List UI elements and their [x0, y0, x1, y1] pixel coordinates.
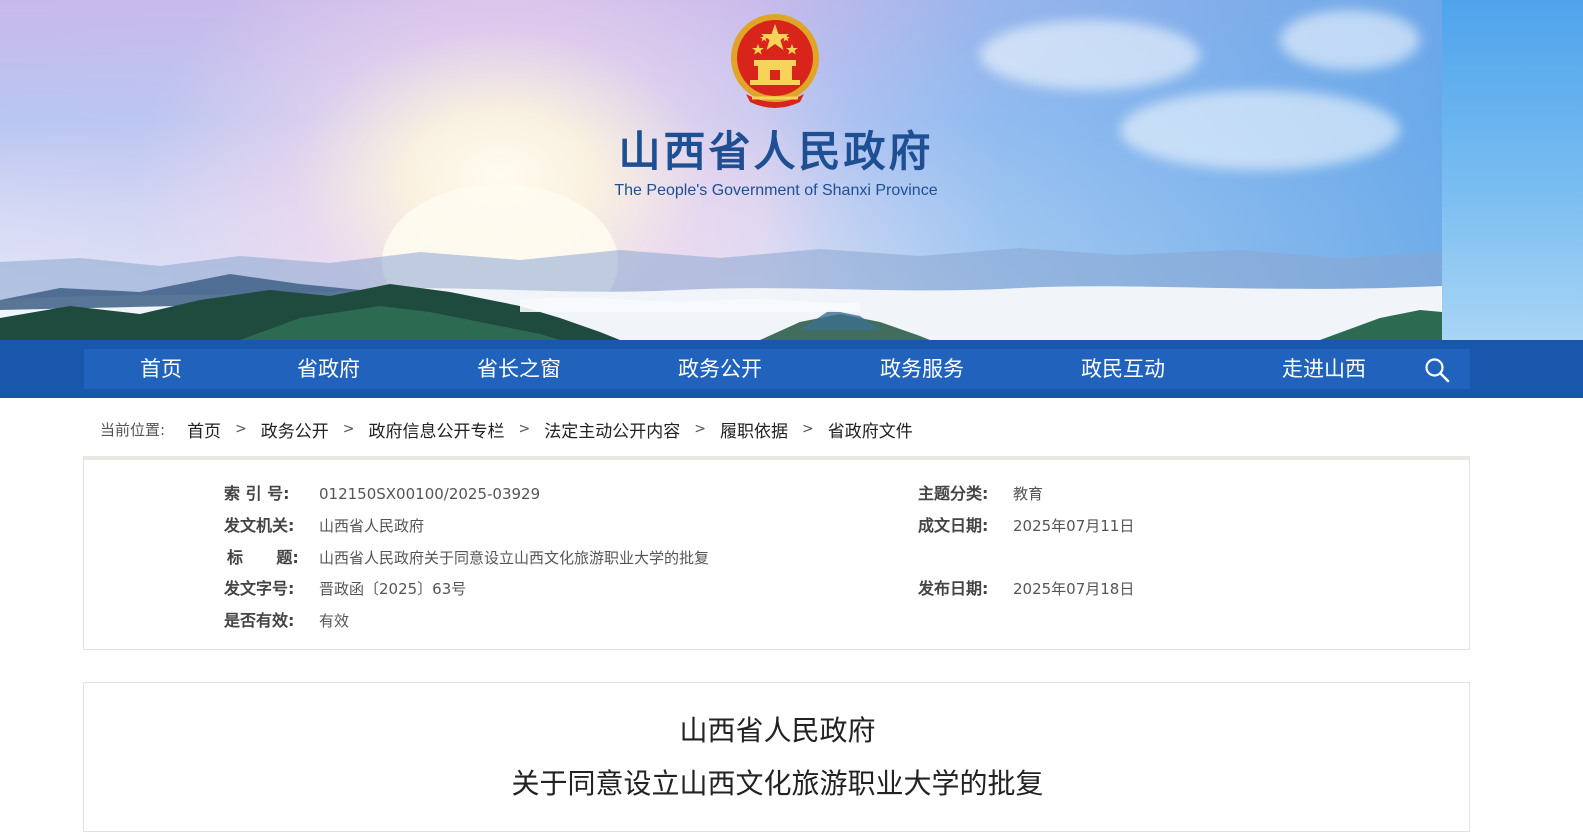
- breadcrumb-statutory-disclosure[interactable]: 法定主动公开内容: [544, 417, 680, 442]
- breadcrumb-info-disclosure[interactable]: 政府信息公开专栏: [369, 417, 505, 442]
- header-banner: 山西省人民政府 The People's Government of Shanx…: [0, 0, 1583, 340]
- document-title-line2: 关于同意设立山西文化旅游职业大学的批复: [511, 767, 1044, 800]
- national-emblem-icon: [731, 14, 819, 108]
- breadcrumb-government-affairs[interactable]: 政务公开: [261, 417, 329, 442]
- title-value: 山西省人民政府关于同意设立山西文化旅游职业大学的批复: [319, 549, 710, 567]
- search-icon[interactable]: [1423, 356, 1451, 384]
- created-date-value: 2025年07月11日: [1013, 517, 1135, 535]
- nav-item-governor-window[interactable]: 省长之窗: [477, 349, 561, 389]
- breadcrumb-separator: >: [518, 421, 531, 437]
- doc-no-label: 发文字号:: [224, 579, 295, 598]
- nav-item-about-shanxi[interactable]: 走进山西: [1282, 349, 1366, 389]
- valid-value: 有效: [319, 612, 350, 630]
- breadcrumb-provincial-documents[interactable]: 省政府文件: [828, 417, 913, 442]
- doc-no-value: 晋政函〔2025〕63号: [319, 580, 467, 598]
- breadcrumb-home[interactable]: 首页: [187, 417, 221, 442]
- breadcrumb-label: 当前位置:: [100, 420, 166, 439]
- breadcrumb-separator: >: [342, 421, 355, 437]
- issuer-value: 山西省人民政府: [319, 517, 425, 535]
- index-no-label: 索 引 号:: [224, 484, 290, 503]
- document-content: 山西省人民政府 关于同意设立山西文化旅游职业大学的批复: [83, 682, 1470, 832]
- nav-item-public-interaction[interactable]: 政民互动: [1081, 349, 1165, 389]
- site-subtitle: The People's Government of Shanxi Provin…: [614, 182, 938, 199]
- breadcrumb-separator: >: [802, 421, 814, 437]
- nav-item-provincial-government[interactable]: 省政府: [297, 349, 360, 389]
- category-value: 教育: [1013, 485, 1044, 503]
- breadcrumb-separator: >: [694, 421, 706, 437]
- created-date-label: 成文日期:: [918, 516, 989, 535]
- site-title: 山西省人民政府: [618, 127, 934, 176]
- index-no-value: 012150SX00100/2025-03929: [319, 485, 541, 503]
- valid-label: 是否有效:: [224, 611, 295, 630]
- nav-item-government-services[interactable]: 政务服务: [880, 349, 964, 389]
- document-metadata-panel: 索 引 号: 012150SX00100/2025-03929 主题分类: 教育…: [83, 456, 1470, 650]
- title-label: 标 题:: [227, 548, 299, 567]
- document-title-line1: 山西省人民政府: [679, 714, 876, 747]
- breadcrumb-separator: >: [235, 421, 247, 437]
- issuer-label: 发文机关:: [224, 516, 295, 535]
- main-nav: 首页 省政府 省长之窗 政务公开 政务服务 政民互动 走进山西: [84, 349, 1470, 389]
- breadcrumb: 当前位置: 首页 > 政务公开 > 政府信息公开专栏 > 法定主动公开内容 > …: [100, 416, 913, 442]
- nav-item-government-affairs[interactable]: 政务公开: [678, 349, 762, 389]
- published-date-value: 2025年07月18日: [1013, 580, 1135, 598]
- published-date-label: 发布日期:: [918, 579, 989, 598]
- breadcrumb-duty-basis[interactable]: 履职依据: [720, 417, 788, 442]
- nav-item-home[interactable]: 首页: [140, 349, 182, 389]
- category-label: 主题分类:: [918, 484, 989, 503]
